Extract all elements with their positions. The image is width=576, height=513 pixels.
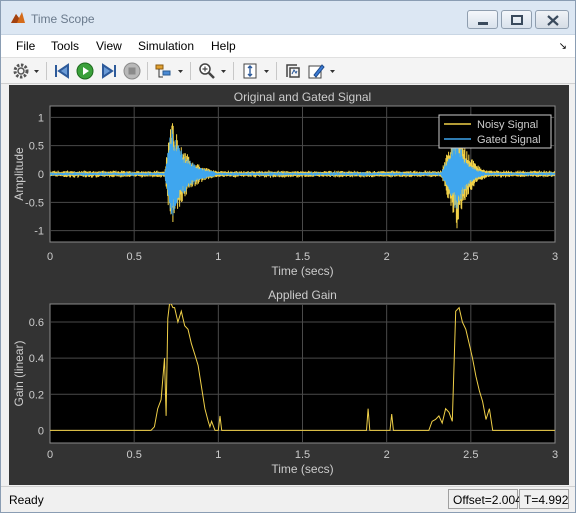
x-tick-label: 3: [552, 449, 558, 461]
chevron-down-icon[interactable]: [329, 62, 336, 80]
y-tick-label: 1: [38, 112, 44, 124]
menu-help[interactable]: Help: [211, 39, 236, 53]
y-tick-label: -0.5: [25, 197, 44, 209]
x-tick-label: 2.5: [463, 449, 478, 461]
x-tick-label: 1.5: [295, 251, 310, 263]
x-tick-label: 0.5: [127, 449, 142, 461]
x-tick-label: 0.5: [127, 251, 142, 263]
x-tick-label: 2: [384, 449, 390, 461]
run-icon[interactable]: [76, 62, 94, 80]
x-axis-label: Time (secs): [271, 264, 333, 278]
highlight-icon[interactable]: [154, 62, 172, 80]
zoom-icon[interactable]: [198, 62, 216, 80]
x-tick-label: 2: [384, 251, 390, 263]
stop-icon[interactable]: [123, 62, 141, 80]
chevron-down-icon[interactable]: [33, 62, 40, 80]
maximize-button[interactable]: [501, 10, 532, 29]
menu-bar: File Tools View Simulation Help ↘: [1, 35, 575, 57]
gear-icon[interactable]: [12, 62, 30, 80]
legend: Noisy Signal Gated Signal: [438, 114, 552, 149]
legend-label-gated: Gated Signal: [477, 134, 541, 146]
y-tick-label: 0.5: [29, 141, 44, 153]
x-tick-label: 1: [215, 251, 221, 263]
chart-title: Applied Gain: [268, 288, 337, 302]
x-tick-label: 2.5: [463, 251, 478, 263]
toolbar-separator: [190, 62, 191, 80]
x-tick-label: 0: [47, 449, 53, 461]
y-tick-label: 0: [38, 169, 44, 181]
x-axis-label: Time (secs): [271, 462, 333, 476]
y-tick-label: 0.4: [29, 353, 44, 365]
chart-title: Original and Gated Signal: [234, 90, 371, 104]
chevron-down-icon[interactable]: [263, 62, 270, 80]
time-readout: T=4.992: [519, 489, 569, 509]
toolbar: [1, 57, 575, 84]
menu-tools[interactable]: Tools: [51, 39, 79, 53]
menu-view[interactable]: View: [96, 39, 122, 53]
minimize-icon: [478, 22, 488, 25]
title-bar: Time Scope: [1, 1, 575, 35]
scope-display-panel: Original and Gated Signal 0 0.5 1 1.5 2 2.5 3 1 0…: [9, 85, 569, 485]
chevron-down-icon[interactable]: [177, 62, 184, 80]
style-icon[interactable]: [307, 62, 325, 80]
signal-select-icon[interactable]: [284, 62, 302, 80]
offset-readout: Offset=2.004: [448, 489, 522, 509]
toolbar-separator: [233, 62, 234, 80]
matlab-app-icon: [11, 12, 25, 23]
status-text: Ready: [9, 493, 44, 507]
y-tick-label: 0: [38, 425, 44, 437]
x-tick-label: 3: [552, 251, 558, 263]
x-tick-label: 1: [215, 449, 221, 461]
signal-plot[interactable]: Original and Gated Signal 0 0.5 1 1.5 2 2.5 3 1 0…: [12, 90, 558, 278]
close-icon: [547, 15, 559, 26]
maximize-icon: [511, 15, 523, 25]
toolbar-separator: [46, 62, 47, 80]
x-tick-label: 1.5: [295, 449, 310, 461]
menu-simulation[interactable]: Simulation: [138, 39, 194, 53]
minimize-button[interactable]: [467, 10, 498, 29]
y-tick-label: 0.2: [29, 389, 44, 401]
legend-label-noisy: Noisy Signal: [477, 119, 538, 131]
toolbar-separator: [276, 62, 277, 80]
step-back-icon[interactable]: [53, 62, 71, 80]
y-tick-label: -1: [34, 226, 44, 238]
status-bar: Ready Offset=2.004 T=4.992: [1, 486, 575, 512]
toolbar-separator: [147, 62, 148, 80]
close-button[interactable]: [535, 10, 569, 29]
dock-arrow-icon[interactable]: ↘: [559, 41, 567, 52]
step-forward-icon[interactable]: [100, 62, 118, 80]
scope-plots: Original and Gated Signal 0 0.5 1 1.5 2 2.5 3 1 0…: [12, 90, 558, 476]
scale-axes-icon[interactable]: [241, 62, 259, 80]
window-title: Time Scope: [31, 12, 95, 26]
gain-plot[interactable]: Applied Gain 0 0.5 1 1.5 2 2.5 3 0.6 0.4 0.2 0 Time …: [12, 288, 558, 476]
y-tick-label: 0.6: [29, 317, 44, 329]
time-scope-window: Time Scope File Tools View Simulation He…: [0, 0, 576, 513]
menu-file[interactable]: File: [16, 39, 35, 53]
chevron-down-icon[interactable]: [220, 62, 227, 80]
x-tick-label: 0: [47, 251, 53, 263]
y-axis-label: Amplitude: [12, 147, 26, 201]
y-axis-label: Gain (linear): [12, 340, 26, 406]
